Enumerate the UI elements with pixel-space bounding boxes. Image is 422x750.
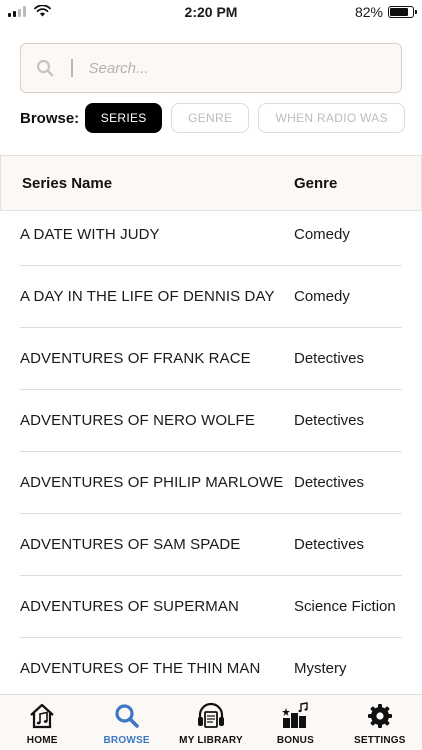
series-name: ADVENTURES OF PHILIP MARLOWE [20,474,284,491]
table-row[interactable]: ADVENTURES OF NERO WOLFE Detectives [20,390,402,452]
tab-browse[interactable]: BROWSE [84,695,168,750]
series-genre: Mystery [294,660,347,677]
series-name: ADVENTURES OF SUPERMAN [20,598,239,615]
headphones-book-icon [196,701,226,731]
status-right: 82% [354,4,417,20]
table-row[interactable]: A DATE WITH JUDY Comedy [20,204,402,266]
tab-settings[interactable]: SETTINGS [338,695,422,750]
series-name: ADVENTURES OF FRANK RACE [20,350,251,367]
search-icon [112,701,142,731]
tab-browse-label: BROWSE [103,735,150,746]
table-row[interactable]: ADVENTURES OF THE THIN MAN Mystery [20,638,402,700]
search-icon [35,58,55,78]
battery-percent: 82% [354,4,383,20]
battery-level [390,8,409,16]
search-input[interactable] [88,59,369,77]
series-name: ADVENTURES OF THE THIN MAN [20,660,261,677]
tab-home[interactable]: HOME [0,695,84,750]
table-row[interactable]: ADVENTURES OF SAM SPADE Detectives [20,514,402,576]
browse-when-radio-was-button[interactable]: WHEN RADIO WAS [258,103,406,133]
series-name: ADVENTURES OF NERO WOLFE [20,412,255,429]
bonus-music-icon [280,701,310,731]
status-bar: 2:20 PM 82% [0,0,422,24]
column-header-genre[interactable]: Genre [294,175,337,192]
series-list: A DATE WITH JUDY Comedy A DAY IN THE LIF… [20,204,402,700]
series-genre: Comedy [294,288,350,305]
search-divider [71,59,73,77]
table-row[interactable]: ADVENTURES OF PHILIP MARLOWE Detectives [20,452,402,514]
home-music-icon [27,701,57,731]
series-genre: Detectives [294,536,365,553]
tab-bar: HOME BROWSE MY LIBRARY BONUS SETTINGS [0,694,422,750]
browse-label: Browse: [20,109,80,127]
series-name: A DATE WITH JUDY [20,226,160,243]
search-box[interactable] [20,43,402,93]
tab-my-library[interactable]: MY LIBRARY [169,695,253,750]
series-genre: Science Fiction [294,598,396,615]
browse-filter: Browse: SERIES GENRE WHEN RADIO WAS [20,103,414,133]
tab-my-library-label: MY LIBRARY [179,735,243,746]
tab-settings-label: SETTINGS [354,735,406,746]
tab-bonus[interactable]: BONUS [253,695,337,750]
table-row[interactable]: ADVENTURES OF FRANK RACE Detectives [20,328,402,390]
battery-icon [388,6,417,18]
series-genre: Detectives [294,350,365,367]
table-row[interactable]: ADVENTURES OF SUPERMAN Science Fiction [20,576,402,638]
tab-bonus-label: BONUS [276,735,314,746]
series-genre: Detectives [294,474,365,491]
table-header: Series Name Genre [0,155,422,211]
series-name: A DAY IN THE LIFE OF DENNIS DAY [20,288,275,305]
series-name: ADVENTURES OF SAM SPADE [20,536,241,553]
series-genre: Comedy [294,226,350,243]
gear-icon [365,701,395,731]
browse-genre-button[interactable]: GENRE [171,103,250,133]
table-row[interactable]: A DAY IN THE LIFE OF DENNIS DAY Comedy [20,266,402,328]
series-genre: Detectives [294,412,365,429]
browse-series-button[interactable]: SERIES [85,103,163,133]
column-header-series-name[interactable]: Series Name [22,175,112,192]
tab-home-label: HOME [26,735,58,746]
